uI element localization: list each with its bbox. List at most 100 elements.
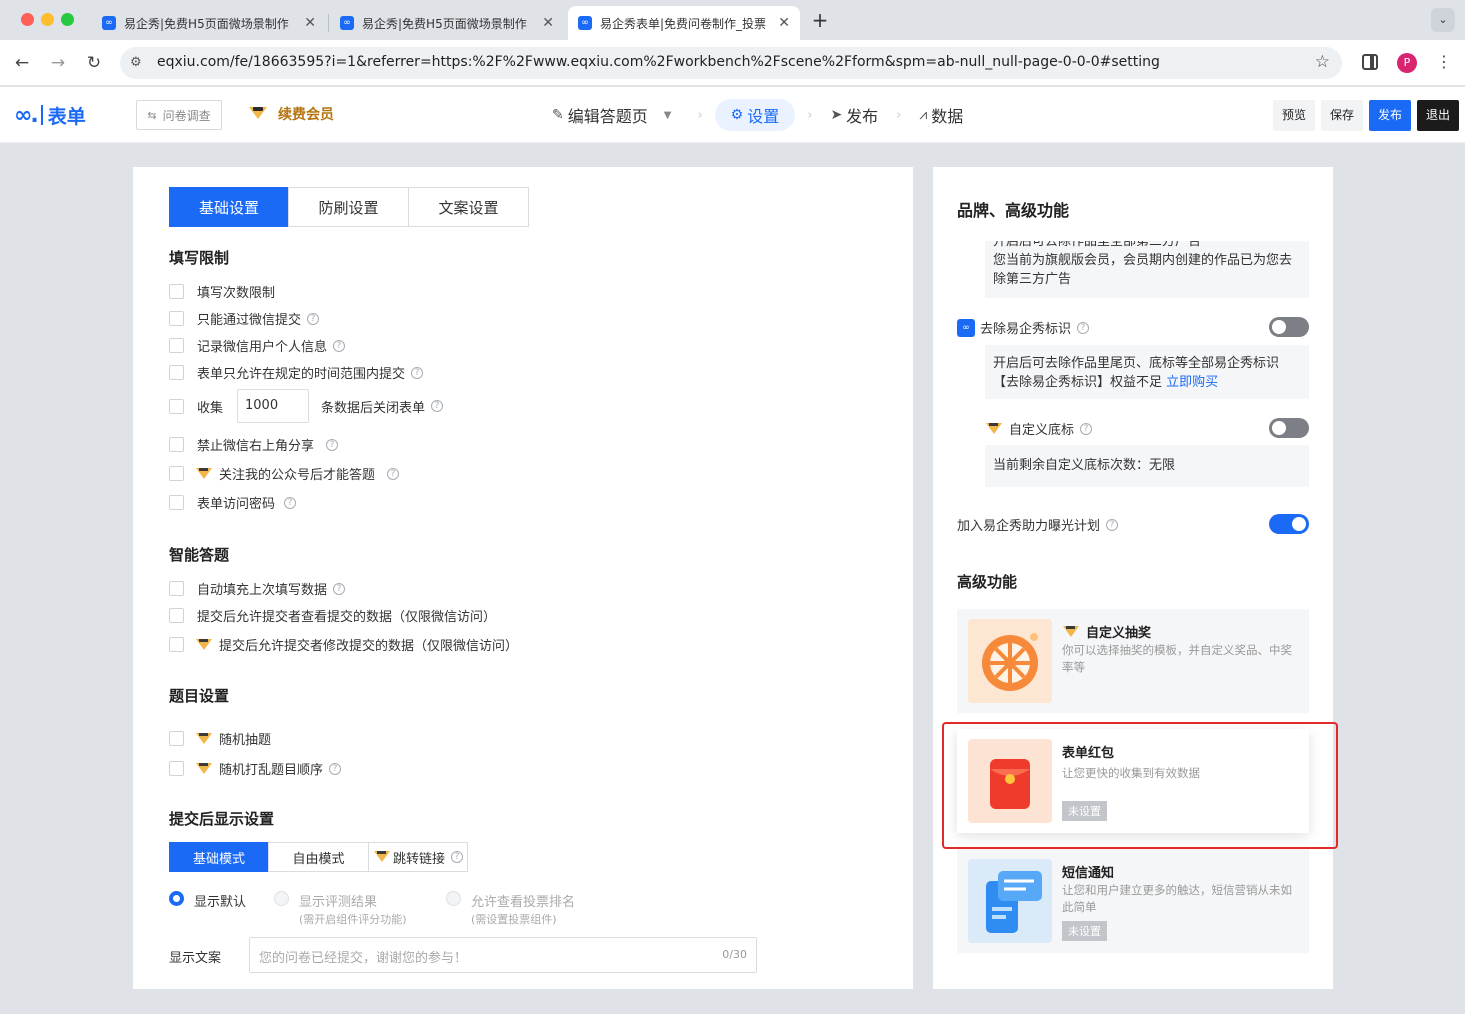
- help-icon[interactable]: ?: [451, 851, 463, 863]
- browser-tab-2[interactable]: ∞ 易企秀|免费H5页面微场景制作 ✕: [330, 6, 564, 40]
- section-title-fill-limit: 填写限制: [169, 249, 230, 267]
- brand-features-title: 品牌、高级功能: [957, 201, 1070, 220]
- option-time-range[interactable]: 表单只允许在规定的时间范围内提交 ?: [169, 363, 424, 382]
- address-bar-row: ← → ↻ ⚙ eqxiu.com/fe/18663595?i=1&referr…: [0, 40, 1465, 86]
- checkbox[interactable]: [169, 311, 184, 326]
- tab-basic-settings[interactable]: 基础设置: [169, 187, 289, 227]
- help-icon[interactable]: ?: [431, 400, 444, 412]
- tab-close-icon[interactable]: ✕: [304, 15, 316, 31]
- help-icon[interactable]: ?: [1106, 518, 1119, 531]
- help-icon[interactable]: ?: [1077, 321, 1090, 334]
- chevron-down-icon[interactable]: ▼: [664, 110, 672, 121]
- option-access-password[interactable]: 表单访问密码 ?: [169, 493, 297, 512]
- checkbox[interactable]: [169, 495, 184, 510]
- tab-close-icon[interactable]: ✕: [778, 15, 790, 31]
- option-autofill[interactable]: 自动填充上次填写数据 ?: [169, 579, 346, 598]
- option-collect-limit[interactable]: 收集 1000 条数据后关闭表单 ?: [169, 389, 444, 423]
- bookmark-star-icon[interactable]: ☆: [1315, 52, 1330, 72]
- exit-button[interactable]: 退出: [1417, 100, 1460, 131]
- help-icon[interactable]: ?: [333, 582, 346, 595]
- crown-icon: [195, 638, 213, 652]
- eqxiu-favicon-icon: ∞: [578, 16, 592, 30]
- radio-button[interactable]: [169, 891, 184, 906]
- collect-count-input[interactable]: 1000: [237, 389, 310, 423]
- survey-type-switch-button[interactable]: ⇆ 问卷调查: [136, 100, 222, 130]
- feature-card-lottery[interactable]: 自定义抽奖 你可以选择抽奖的模板，并自定义奖品、中奖率等: [957, 609, 1309, 713]
- window-zoom-button[interactable]: [61, 13, 74, 26]
- option-record-wechat[interactable]: 记录微信用户个人信息 ?: [169, 336, 346, 355]
- help-icon[interactable]: ?: [307, 312, 320, 325]
- option-shuffle-order[interactable]: 随机打乱题目顺序 ?: [169, 759, 342, 778]
- tab-anti-spam[interactable]: 防刷设置: [288, 187, 409, 227]
- checkbox[interactable]: [169, 338, 184, 353]
- publish-button[interactable]: 发布: [1369, 100, 1412, 131]
- step-settings[interactable]: ⚙ 设置: [714, 99, 796, 131]
- checkbox[interactable]: [169, 365, 184, 380]
- radio-show-default[interactable]: 显示默认: [169, 891, 246, 910]
- tab-search-chevron-icon[interactable]: ⌄: [1431, 8, 1455, 32]
- help-icon[interactable]: ?: [284, 496, 297, 509]
- remove-ads-note: 开启后可去除作品里全部第三方广告 您当前为旗舰版会员，会员期内创建的作品已为您去…: [985, 241, 1309, 298]
- option-wechat-only[interactable]: 只能通过微信提交 ?: [169, 309, 320, 328]
- custom-footer-toggle[interactable]: [1269, 418, 1309, 438]
- checkbox[interactable]: [169, 398, 184, 414]
- checkbox[interactable]: [169, 608, 184, 623]
- reload-icon[interactable]: ↻: [83, 52, 105, 74]
- chart-icon: ⩘: [919, 107, 928, 123]
- browser-tab-1[interactable]: ∞ 易企秀|免费H5页面微场景制作 ✕: [92, 6, 326, 40]
- profile-avatar[interactable]: P: [1397, 53, 1417, 73]
- forward-arrow-icon[interactable]: →: [47, 52, 69, 74]
- step-data[interactable]: ⩘ 数据: [913, 99, 969, 131]
- checkbox[interactable]: [169, 761, 184, 776]
- help-icon[interactable]: ?: [387, 467, 400, 480]
- exposure-plan-toggle[interactable]: [1269, 514, 1309, 534]
- window-minimize-button[interactable]: [41, 13, 54, 26]
- window-close-button[interactable]: [21, 13, 34, 26]
- checkbox[interactable]: [169, 731, 184, 746]
- help-icon[interactable]: ?: [333, 339, 346, 352]
- settings-tabs: 基础设置 防刷设置 文案设置: [169, 187, 529, 227]
- checkbox[interactable]: [169, 466, 184, 481]
- checkbox[interactable]: [169, 581, 184, 596]
- mode-free[interactable]: 自由模式: [268, 842, 369, 872]
- help-icon[interactable]: ?: [1080, 422, 1093, 435]
- display-text-input[interactable]: 您的问卷已经提交，谢谢您的参与！ 0/30: [249, 937, 757, 973]
- checkbox[interactable]: [169, 637, 184, 652]
- help-icon[interactable]: ?: [326, 438, 339, 451]
- side-panel-icon[interactable]: [1362, 54, 1378, 70]
- help-icon[interactable]: ?: [329, 762, 342, 775]
- radio-show-score: 显示评测结果 (需开启组件评分功能): [274, 891, 407, 927]
- mode-redirect-link[interactable]: 跳转链接 ?: [368, 842, 468, 872]
- checkbox[interactable]: [169, 437, 184, 452]
- eqxiu-favicon-icon: ∞: [340, 16, 354, 30]
- option-edit-after-submit[interactable]: 提交后允许提交者修改提交的数据（仅限微信访问）: [169, 635, 518, 654]
- url-input[interactable]: ⚙ eqxiu.com/fe/18663595?i=1&referrer=htt…: [120, 47, 1342, 79]
- tab-copywriting[interactable]: 文案设置: [408, 187, 529, 227]
- remove-logo-toggle[interactable]: [1269, 317, 1309, 337]
- checkbox[interactable]: [169, 284, 184, 299]
- switch-arrows-icon: ⇆: [147, 108, 157, 122]
- help-icon[interactable]: ?: [411, 366, 424, 379]
- save-button[interactable]: 保存: [1321, 100, 1364, 131]
- option-no-share[interactable]: 禁止微信右上角分享 ?: [169, 435, 339, 454]
- option-random-pick[interactable]: 随机抽题: [169, 729, 271, 748]
- step-publish[interactable]: ➤ 发布: [824, 99, 884, 131]
- renew-vip-button[interactable]: 续费会员: [248, 104, 334, 124]
- new-tab-button[interactable]: +: [811, 8, 829, 32]
- mode-basic[interactable]: 基础模式: [169, 842, 269, 872]
- tab-title: 易企秀|免费H5页面微场景制作: [124, 16, 289, 31]
- eqxiu-logo[interactable]: ∞. 表单: [14, 101, 86, 129]
- site-settings-icon[interactable]: ⚙: [130, 55, 142, 70]
- option-follow-account[interactable]: 关注我的公众号后才能答题 ?: [169, 464, 400, 483]
- buy-now-link[interactable]: 立即购买: [1166, 375, 1218, 390]
- feature-card-sms[interactable]: 短信通知 让您和用户建立更多的触达，短信营销从未如此简单 未设置: [957, 849, 1309, 953]
- remove-logo-row: ∞ 去除易企秀标识 ?: [957, 318, 1090, 337]
- step-edit-page[interactable]: ✎ 编辑答题页: [546, 99, 654, 131]
- tab-close-icon[interactable]: ✕: [542, 15, 554, 31]
- preview-button[interactable]: 预览: [1273, 100, 1316, 131]
- option-view-after-submit[interactable]: 提交后允许提交者查看提交的数据（仅限微信访问）: [169, 606, 496, 625]
- option-count-limit[interactable]: 填写次数限制: [169, 282, 275, 301]
- back-arrow-icon[interactable]: ←: [11, 52, 33, 74]
- browser-menu-icon[interactable]: ⋮: [1436, 52, 1452, 71]
- browser-tab-3-active[interactable]: ∞ 易企秀表单|免费问卷制作_投票 ✕: [568, 6, 800, 40]
